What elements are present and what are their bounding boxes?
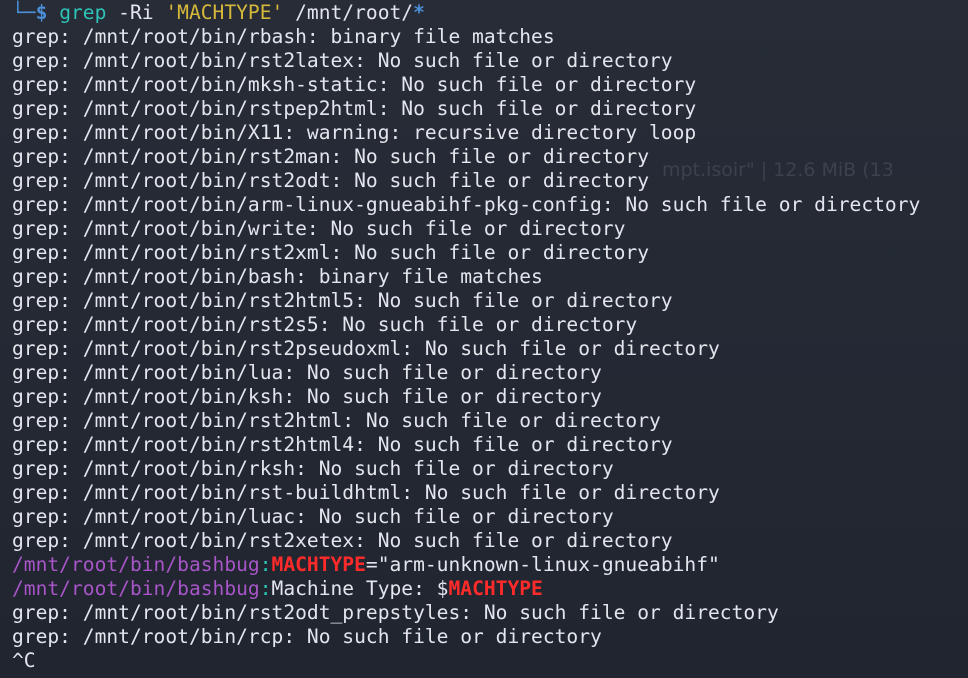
match-line: /mnt/root/bin/bashbug:Machine Type: $MAC… — [12, 577, 968, 601]
prompt-corner: └─ — [12, 1, 36, 24]
output-line: grep: /mnt/root/bin/rst2odt_prepstyles: … — [12, 601, 779, 624]
output-line: grep: /mnt/root/bin/rst2s5: No such file… — [12, 313, 638, 336]
output-line: grep: /mnt/root/bin/lua: No such file or… — [12, 361, 602, 384]
output-line: grep: /mnt/root/bin/mksh-static: No such… — [12, 73, 697, 96]
output-line: grep: /mnt/root/bin/rstpep2html: No such… — [12, 97, 697, 120]
output-line: grep: /mnt/root/bin/write: No such file … — [12, 217, 626, 240]
output-line: grep: /mnt/root/bin/luac: No such file o… — [12, 505, 614, 528]
output-line: grep: /mnt/root/bin/rst2man: No such fil… — [12, 145, 650, 168]
output-line: grep: /mnt/root/bin/bash: binary file ma… — [12, 265, 543, 288]
prompt-dollar: $ — [35, 1, 48, 24]
match-text: ="arm-unknown-linux-gnueabihf" — [365, 553, 720, 576]
output-line: grep: /mnt/root/bin/rst2html4: No such f… — [12, 433, 673, 456]
output-line: grep: /mnt/root/bin/arm-linux-gnueabihf-… — [12, 193, 921, 216]
output-block-after: grep: /mnt/root/bin/rst2odt_prepstyles: … — [12, 601, 968, 649]
output-line: grep: /mnt/root/bin/rbash: binary file m… — [12, 25, 555, 48]
output-line: grep: /mnt/root/bin/rst-buildhtml: No su… — [12, 481, 720, 504]
output-line: grep: /mnt/root/bin/rst2html: No such fi… — [12, 409, 661, 432]
output-line: grep: /mnt/root/bin/rst2xml: No such fil… — [12, 241, 650, 264]
interrupt-line: ^C — [12, 649, 36, 672]
command-line: └─$ grep -Ri 'MACHTYPE' /mnt/root/* — [12, 1, 968, 25]
output-line: grep: /mnt/root/bin/X11: warning: recurs… — [12, 121, 697, 144]
match-separator: : — [259, 553, 272, 576]
match-text: Machine Type: $ — [271, 577, 449, 600]
command-flags: -Ri — [118, 1, 154, 24]
match-highlight: MACHTYPE — [448, 577, 543, 600]
command-pattern: 'MACHTYPE' — [165, 1, 284, 24]
command-path: /mnt/root/ — [295, 1, 414, 24]
command-glob: * — [413, 1, 425, 24]
output-line: grep: /mnt/root/bin/rcp: No such file or… — [12, 625, 602, 648]
output-line: grep: /mnt/root/bin/ksh: No such file or… — [12, 385, 602, 408]
output-block-before: grep: /mnt/root/bin/rbash: binary file m… — [12, 25, 968, 553]
match-filename: /mnt/root/bin/bashbug — [12, 553, 260, 576]
terminal-window[interactable]: mpt.isoir" | 12.6 MiB (13 └─$ grep -Ri '… — [0, 0, 968, 678]
output-line: grep: /mnt/root/bin/rst2odt: No such fil… — [12, 169, 650, 192]
output-line: grep: /mnt/root/bin/rst2xetex: No such f… — [12, 529, 673, 552]
match-filename: /mnt/root/bin/bashbug — [12, 577, 260, 600]
match-highlight: MACHTYPE — [271, 553, 366, 576]
output-line: grep: /mnt/root/bin/rst2latex: No such f… — [12, 49, 673, 72]
match-separator: : — [259, 577, 272, 600]
command-program: grep — [59, 1, 107, 24]
match-line: /mnt/root/bin/bashbug:MACHTYPE="arm-unkn… — [12, 553, 968, 577]
output-line: grep: /mnt/root/bin/rst2html5: No such f… — [12, 289, 673, 312]
output-line: grep: /mnt/root/bin/rst2pseudoxml: No su… — [12, 337, 720, 360]
output-line: grep: /mnt/root/bin/rksh: No such file o… — [12, 457, 614, 480]
